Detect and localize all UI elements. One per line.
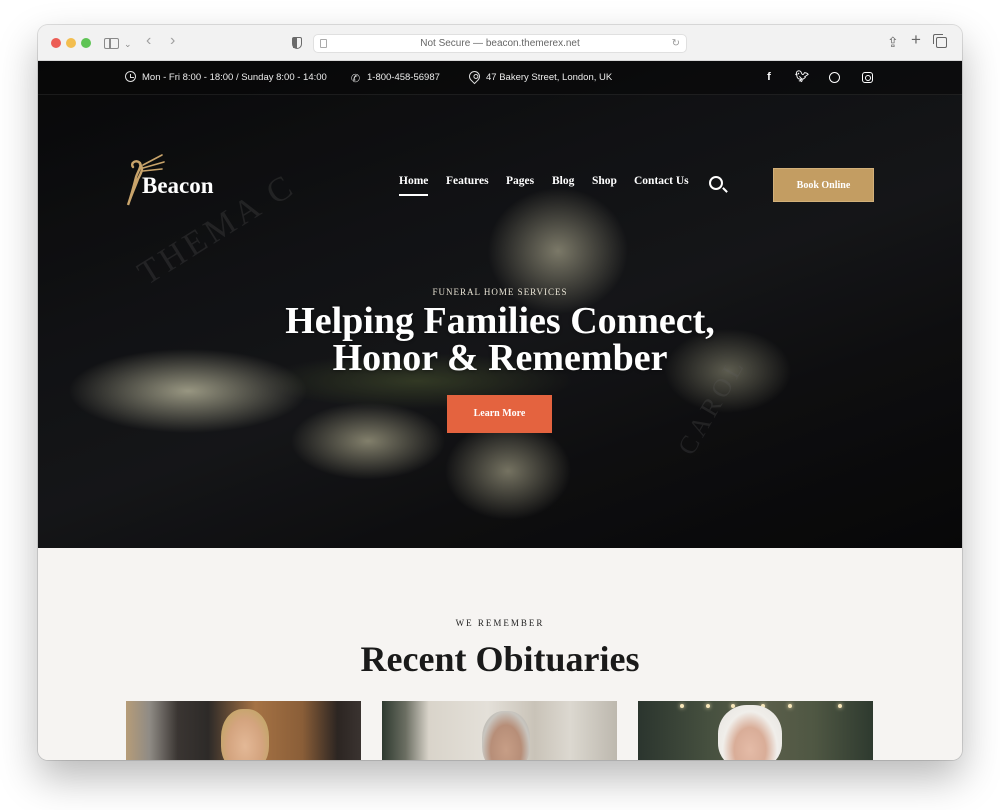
forward-icon[interactable]: › <box>170 32 175 50</box>
search-icon[interactable] <box>709 176 723 190</box>
nav-features[interactable]: Features <box>446 175 489 187</box>
opening-hours-text: Mon - Fri 8:00 - 18:00 / Sunday 8:00 - 1… <box>142 72 327 83</box>
minimize-window-button[interactable] <box>66 38 76 48</box>
close-window-button[interactable] <box>51 38 61 48</box>
obituaries-eyebrow: WE REMEMBER <box>455 618 545 628</box>
opening-hours: Mon - Fri 8:00 - 18:00 / Sunday 8:00 - 1… <box>125 71 327 85</box>
obituaries-title: Recent Obituaries <box>360 639 640 679</box>
address: 47 Bakery Street, London, UK <box>466 68 613 85</box>
sidebar-toggle-icon[interactable] <box>104 38 119 49</box>
dribbble-icon[interactable] <box>829 72 840 83</box>
light-bulb <box>680 704 684 708</box>
light-bulb <box>788 704 792 708</box>
learn-more-button[interactable]: Learn More <box>447 395 552 433</box>
nav-shop[interactable]: Shop <box>592 175 617 187</box>
reload-icon[interactable]: ↻ <box>672 35 680 52</box>
obituary-portrait <box>718 705 782 760</box>
contact-topbar: Mon - Fri 8:00 - 18:00 / Sunday 8:00 - 1… <box>38 61 962 95</box>
location-pin-icon <box>466 68 483 85</box>
back-icon[interactable]: ‹ <box>146 32 151 50</box>
privacy-shield-icon[interactable] <box>292 37 302 49</box>
hero-headline-line-2: Honor & Remember <box>332 337 668 379</box>
address-text: 47 Bakery Street, London, UK <box>486 72 613 83</box>
share-icon[interactable]: ⇪ <box>887 33 899 51</box>
obituary-card[interactable] <box>638 701 873 760</box>
hero-headline: Helping Families Connect, Honor & Rememb… <box>38 300 962 379</box>
url-text: Not Secure — beacon.themerex.net <box>420 38 580 49</box>
hero-headline-line-1: Helping Families Connect, <box>285 300 715 342</box>
obituary-card[interactable] <box>382 701 617 760</box>
nav-pages[interactable]: Pages <box>506 175 534 187</box>
new-tab-icon[interactable]: + <box>911 31 921 49</box>
browser-window: ⌄ ‹ › Not Secure — beacon.themerex.net ↻… <box>38 25 962 760</box>
phone-number[interactable]: ✆ 1-800-458-56987 <box>350 71 440 85</box>
hero-eyebrow: FUNERAL HOME SERVICES <box>432 287 568 297</box>
nav-home[interactable]: Home <box>399 175 429 196</box>
instagram-icon[interactable] <box>862 72 873 83</box>
twitter-icon[interactable]: 🐦︎ <box>795 70 809 84</box>
zoom-window-button[interactable] <box>81 38 91 48</box>
phone-number-text: 1-800-458-56987 <box>367 72 440 83</box>
nav-blog[interactable]: Blog <box>552 175 574 187</box>
book-online-button[interactable]: Book Online <box>773 168 874 202</box>
nav-contact-us[interactable]: Contact Us <box>634 175 689 187</box>
tab-overview-icon[interactable] <box>933 34 947 48</box>
obituary-portrait <box>482 711 530 760</box>
facebook-icon[interactable]: f <box>762 70 776 84</box>
light-bulb <box>706 704 710 708</box>
light-bulb <box>838 704 842 708</box>
page-icon <box>320 39 327 48</box>
hero-section: THEMA C CAROL Mon - Fri 8:00 - 18:00 / S… <box>38 61 962 548</box>
address-bar[interactable]: Not Secure — beacon.themerex.net ↻ <box>313 34 687 53</box>
clock-icon <box>125 71 136 82</box>
obituary-card[interactable] <box>126 701 361 760</box>
browser-toolbar: ⌄ ‹ › Not Secure — beacon.themerex.net ↻… <box>38 25 962 61</box>
chevron-down-icon[interactable]: ⌄ <box>124 35 132 53</box>
phone-icon: ✆ <box>350 73 361 85</box>
obituary-portrait <box>221 709 269 760</box>
obituaries-section: WE REMEMBER Recent Obituaries <box>38 548 962 760</box>
